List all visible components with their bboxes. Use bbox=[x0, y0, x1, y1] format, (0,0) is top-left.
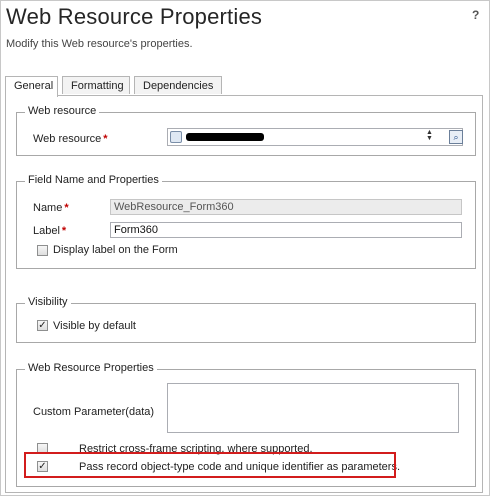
label-field[interactable]: Form360 bbox=[110, 222, 462, 238]
display-label-checkbox[interactable] bbox=[37, 245, 48, 256]
web-resource-label: Web resource * bbox=[33, 133, 108, 145]
properties-legend: Web Resource Properties bbox=[25, 362, 157, 374]
custom-parameter-textarea[interactable] bbox=[167, 383, 459, 433]
field-name-legend: Field Name and Properties bbox=[25, 174, 162, 186]
required-marker: * bbox=[103, 133, 108, 145]
label-label: Label * bbox=[33, 225, 67, 237]
annotation-highlight-box bbox=[24, 452, 396, 478]
web-resource-legend: Web resource bbox=[25, 105, 100, 117]
redacted-value bbox=[186, 133, 264, 141]
dialog-title: Web Resource Properties bbox=[6, 4, 263, 29]
web-resource-group: Web resource Web resource * ▲ ▼ ⌕ bbox=[16, 105, 476, 156]
help-icon[interactable]: ? bbox=[472, 8, 479, 22]
visibility-legend: Visibility bbox=[25, 296, 71, 308]
tab-dependencies[interactable]: Dependencies bbox=[134, 76, 222, 94]
lookup-icon[interactable]: ⌕ bbox=[449, 130, 463, 144]
tab-panel-general: Web resource Web resource * ▲ ▼ ⌕ Field Na… bbox=[5, 95, 483, 493]
required-marker: * bbox=[64, 202, 69, 214]
tab-general[interactable]: General bbox=[5, 76, 58, 97]
required-marker: * bbox=[61, 225, 67, 237]
display-label-text: Display label on the Form bbox=[53, 244, 178, 256]
field-name-group: Field Name and Properties Name * WebResou… bbox=[16, 174, 476, 269]
visible-by-default-checkbox[interactable]: ✓ bbox=[37, 320, 48, 331]
web-resource-lookup-input[interactable]: ▲ ▼ bbox=[167, 128, 463, 146]
tab-formatting[interactable]: Formatting bbox=[62, 76, 130, 94]
custom-parameter-label: Custom Parameter(data) bbox=[33, 406, 155, 418]
web-resource-icon bbox=[170, 131, 182, 143]
visibility-group: Visibility ✓ Visible by default bbox=[16, 296, 476, 343]
visible-by-default-text: Visible by default bbox=[53, 320, 136, 332]
name-label: Name * bbox=[33, 202, 69, 214]
spinner-icon[interactable]: ▲ ▼ bbox=[426, 129, 433, 142]
name-field: WebResource_Form360 bbox=[110, 199, 462, 215]
dialog-subtitle: Modify this Web resource's properties. bbox=[6, 38, 193, 50]
